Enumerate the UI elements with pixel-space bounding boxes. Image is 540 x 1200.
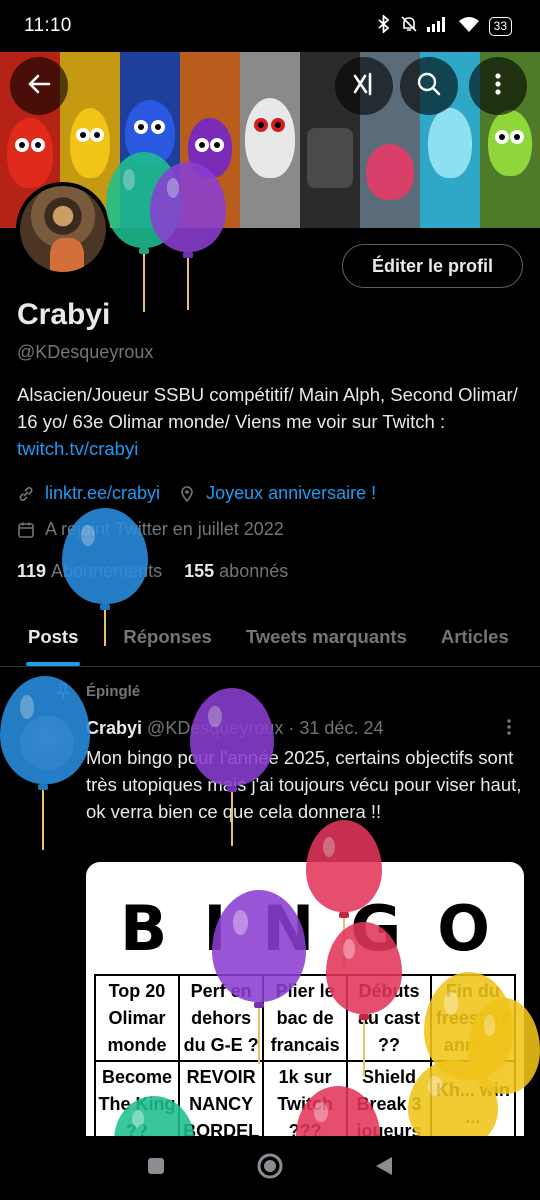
home-circle-icon [256,1152,284,1185]
website-link[interactable]: linktr.ee/crabyi [45,483,160,504]
followers-count: 155 [184,561,215,581]
pinned-label: Épinglé [86,683,141,700]
bingo-title: B I N G O [86,892,524,965]
profile-meta: linktr.ee/crabyi Joyeux anniversaire ! [17,483,376,504]
following-stat[interactable]: 119 Abonnements [17,561,162,582]
bingo-row: Become The King ?? REVOIR NANCY BORDEL 1… [94,1060,517,1136]
banner-segment [120,48,180,228]
search-button[interactable] [400,57,458,115]
bingo-row: Top 20 Olimar monde Perf en dehors du G-… [94,974,517,1062]
bingo-letter: N [262,892,315,965]
location-text: Joyeux anniversaire ! [206,483,377,503]
grok-button[interactable] [335,57,393,115]
bingo-cell: Perf en dehors du G-E ? [177,974,265,1062]
location-pin-icon [178,485,196,503]
system-nav-bar [0,1136,540,1200]
search-icon [415,70,443,103]
profile-handle: @KDesqueyroux [17,342,154,362]
join-date: A rejoint Twitter en juillet 2022 [45,519,284,539]
bingo-letter: G [350,892,402,965]
more-vertical-icon [484,70,512,103]
more-vertical-icon [506,719,512,740]
bingo-letter: O [437,892,490,965]
banner-segment [180,48,240,228]
banner-segment [240,48,300,228]
post-avatar[interactable] [20,716,74,770]
bingo-cell: Shield Break 3 joueurs [346,1060,432,1136]
triangle-back-icon [374,1155,394,1182]
post-header: Crabyi @KDesqueyroux · 31 déc. 24 [86,718,383,739]
signal-icon [426,16,449,36]
bingo-cell: Kh... win ... [429,1060,517,1136]
join-date-row: A rejoint Twitter en juillet 2022 [17,519,284,540]
following-label: Abonnements [51,561,163,581]
followers-stat[interactable]: 155 abonnés [184,561,288,582]
bingo-cell: Fin du freestyle anne ? [429,974,517,1062]
wifi-icon [458,16,480,36]
bingo-cell: REVOIR NANCY BORDEL [177,1060,265,1136]
back-nav-button[interactable] [370,1154,398,1182]
bingo-letter: I [203,892,227,965]
profile-avatar[interactable] [16,182,110,276]
square-icon [146,1156,166,1181]
tab-replies[interactable]: Réponses [123,610,211,666]
pin-icon [54,682,72,700]
battery-indicator: 33 [488,16,512,36]
status-time: 11:10 [24,15,72,36]
status-bar: 11:10 33 [0,0,540,52]
back-arrow-icon [25,70,53,103]
following-count: 119 [17,561,47,581]
profile-tabs: Posts Réponses Tweets marquants Articles [0,610,540,667]
status-icons: 33 [377,13,512,37]
calendar-icon [17,521,35,539]
bio-link[interactable]: twitch.tv/crabyi [17,438,138,459]
post-more-button[interactable] [506,718,512,741]
follow-stats: 119 Abonnements 155 abonnés [17,561,288,582]
profile-name: Crabyi [17,298,111,331]
post-author[interactable]: Crabyi [86,718,142,738]
mute-bell-icon [400,15,418,37]
profile-bio: Alsacien/Joueur SSBU compétitif/ Main Al… [17,381,527,462]
bluetooth-icon [377,13,391,37]
bingo-cell: Become The King ?? [94,1060,180,1136]
bingo-cell: Plier le bac de francais [262,974,349,1062]
more-button[interactable] [469,57,527,115]
bingo-letter: B [120,892,168,965]
post-date: · 31 déc. 24 [288,718,384,738]
grok-icon [350,70,378,103]
bingo-cell: Débuts au cast ?? [346,974,432,1062]
back-button[interactable] [10,57,68,115]
bingo-cell: 1k sur Twitch ??? [262,1060,349,1136]
post-handle[interactable]: @KDesqueyroux [147,718,283,738]
post-text: Mon bingo pour l'année 2025, certains ob… [86,747,522,822]
tab-highlights[interactable]: Tweets marquants [246,610,407,666]
tab-articles[interactable]: Articles [441,610,509,666]
link-icon [17,485,35,503]
followers-label: abonnés [219,561,289,581]
post-image-bingo[interactable]: B I N G O Top 20 Olimar monde Perf en de… [86,862,524,1136]
home-button[interactable] [256,1152,284,1185]
tab-posts[interactable]: Posts [25,610,81,666]
bingo-cell: Top 20 Olimar monde [94,974,180,1062]
edit-profile-button[interactable]: Éditer le profil [342,244,523,288]
bingo-grid: Top 20 Olimar monde Perf en dehors du G-… [94,974,517,1136]
recents-button[interactable] [142,1154,170,1182]
bio-text: Alsacien/Joueur SSBU compétitif/ Main Al… [17,384,518,432]
